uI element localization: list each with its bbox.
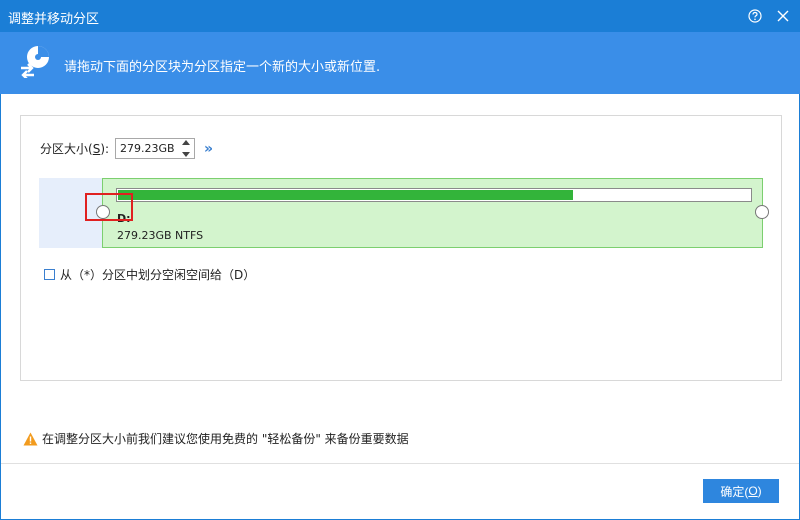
spin-down-icon[interactable] [182, 152, 191, 157]
footer-divider [1, 463, 799, 464]
highlight-box [85, 193, 133, 221]
usage-bar [116, 188, 752, 202]
spin-arrows[interactable] [180, 140, 192, 157]
resize-handle-left[interactable] [96, 205, 110, 219]
partition-move-icon [21, 46, 49, 78]
backup-warning: 在调整分区大小前我们建议您使用免费的 "轻松备份" 来备份重要数据 [23, 430, 409, 447]
allocate-checkbox[interactable] [44, 269, 55, 280]
allocate-label: 从（*）分区中划分空闲空间给（D） [60, 268, 256, 282]
size-label: 分区大小(S): [40, 142, 110, 156]
drive-info: 279.23GB NTFS [117, 229, 204, 242]
help-icon [748, 9, 762, 23]
warning-icon [23, 432, 38, 445]
ok-button[interactable]: 确定(O) [703, 479, 779, 503]
size-input[interactable] [116, 139, 179, 158]
allocate-option[interactable]: 从（*）分区中划分空闲空间给（D） [44, 266, 255, 283]
spin-up-icon[interactable] [182, 140, 191, 145]
title-bar: 调整并移动分区 [0, 0, 800, 32]
dialog-body: 分区大小(S): » D: 279.23GB NTFS 从（*）分区中划分空闲空… [0, 94, 800, 520]
size-row: 分区大小(S): [40, 138, 196, 159]
partition-panel: 分区大小(S): » D: 279.23GB NTFS 从（*）分区中划分空闲空… [20, 115, 782, 381]
usage-fill [118, 190, 573, 200]
window-title: 调整并移动分区 [8, 12, 100, 27]
partition-block[interactable]: D: 279.23GB NTFS [102, 178, 763, 248]
warning-text: 在调整分区大小前我们建议您使用免费的 "轻松备份" 来备份重要数据 [42, 432, 409, 446]
close-button[interactable] [772, 5, 794, 27]
expand-options-button[interactable]: » [204, 141, 213, 157]
size-spinbox[interactable] [115, 138, 196, 159]
close-icon [777, 10, 789, 22]
instruction-banner: 请拖动下面的分区块为分区指定一个新的大小或新位置. [0, 32, 800, 94]
resize-handle-right[interactable] [755, 205, 769, 219]
banner-text: 请拖动下面的分区块为分区指定一个新的大小或新位置. [64, 60, 381, 75]
help-button[interactable] [744, 5, 766, 27]
